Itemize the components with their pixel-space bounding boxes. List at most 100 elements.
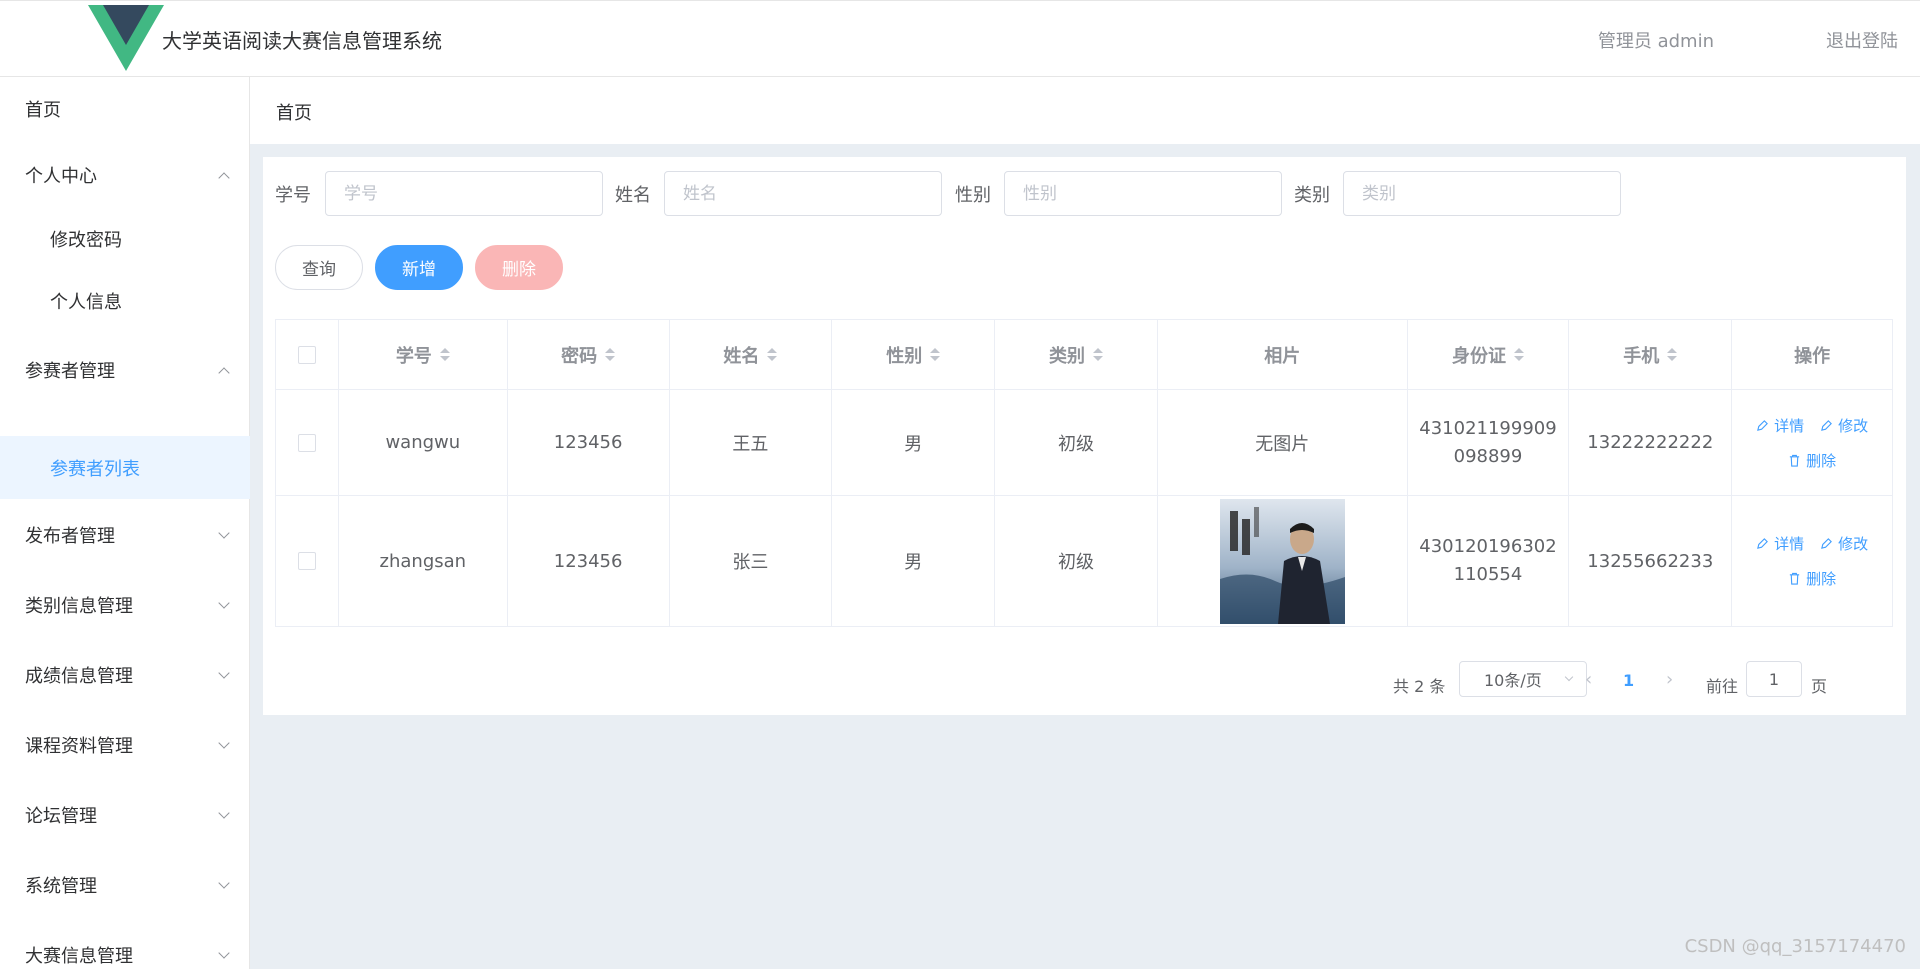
col-header-actions: 操作 <box>1794 345 1831 367</box>
col-header-gender[interactable]: 性别 <box>832 320 996 389</box>
sort-icon[interactable] <box>1513 348 1524 361</box>
filter-input-gender[interactable] <box>1004 171 1282 216</box>
chevron-down-icon <box>218 597 230 609</box>
filter-label-category: 类别 <box>1294 185 1330 206</box>
sort-icon[interactable] <box>767 348 778 361</box>
edit-link[interactable]: 修改 <box>1820 415 1868 436</box>
sidebar-item-participant-list[interactable]: 参赛者列表 <box>0 436 250 499</box>
participant-photo[interactable] <box>1219 498 1345 624</box>
row-actions: 详情 修改 删除 <box>1756 415 1868 471</box>
col-header-phone[interactable]: 手机 <box>1569 320 1733 389</box>
sidebar-item-score-management[interactable]: 成绩信息管理 <box>0 643 250 707</box>
chevron-down-icon <box>218 947 230 959</box>
app-title: 大学英语阅读大赛信息管理系统 <box>162 29 442 53</box>
sidebar-item-home[interactable]: 首页 <box>0 77 250 141</box>
col-header-id-card[interactable]: 身份证 <box>1408 320 1570 389</box>
chevron-up-icon <box>218 367 230 379</box>
row-checkbox[interactable] <box>297 433 316 452</box>
sort-icon[interactable] <box>930 348 941 361</box>
table-header-row: 学号 密码 姓名 性别 类别 相片 身份证 手机 操作 <box>276 320 1892 390</box>
sidebar-item-participant-management[interactable]: 参赛者管理 <box>0 338 250 402</box>
filter-input-category[interactable] <box>1343 171 1621 216</box>
edit-pen-icon <box>1757 538 1768 549</box>
cell-id-card: 430120196302110554 <box>1419 536 1557 585</box>
trash-icon <box>1789 572 1800 585</box>
col-header-photo: 相片 <box>1158 320 1408 389</box>
cell-category: 初级 <box>995 390 1158 495</box>
edit-pen-icon <box>1821 419 1833 431</box>
participant-table: 学号 密码 姓名 性别 类别 相片 身份证 手机 操作 wangwu 12345… <box>275 319 1893 627</box>
sort-icon[interactable] <box>605 348 616 361</box>
next-page-button[interactable]: › <box>1666 669 1673 690</box>
goto-label: 前往 <box>1706 677 1739 696</box>
chevron-down-icon <box>1564 672 1574 682</box>
edit-pen-icon <box>1821 538 1833 549</box>
sidebar-item-personal-center[interactable]: 个人中心 <box>0 143 250 207</box>
page-number-1[interactable]: 1 <box>1623 671 1634 690</box>
select-all-checkbox[interactable] <box>297 345 316 364</box>
chevron-down-icon <box>218 667 230 679</box>
filter-input-name[interactable] <box>664 171 942 216</box>
main-content: 首页 学号 姓名 性别 类别 查询 新增 删除 学号 密码 姓名 性别 类别 相… <box>250 77 1920 969</box>
sidebar-item-system-management[interactable]: 系统管理 <box>0 853 250 917</box>
breadcrumb[interactable]: 首页 <box>276 99 312 125</box>
table-row: zhangsan 123456 张三 男 初级 4301201963021105… <box>276 496 1892 626</box>
chevron-down-icon <box>218 527 230 539</box>
prev-page-button[interactable]: ‹ <box>1585 669 1592 690</box>
admin-user-label: 管理员 admin <box>1597 31 1714 52</box>
pagination-total: 共 2 条 <box>1393 677 1446 696</box>
cell-gender: 男 <box>832 496 996 626</box>
sidebar-item-forum-management[interactable]: 论坛管理 <box>0 783 250 847</box>
cell-id-card: 431021199909098899 <box>1419 417 1557 467</box>
cell-photo: 无图片 <box>1158 390 1408 495</box>
sidebar-item-personal-info[interactable]: 个人信息 <box>0 269 250 333</box>
cell-student-id: wangwu <box>339 390 508 495</box>
cell-password: 123456 <box>508 390 670 495</box>
detail-link[interactable]: 详情 <box>1756 415 1804 436</box>
row-checkbox[interactable] <box>297 552 316 570</box>
cell-password: 123456 <box>508 496 670 626</box>
cell-category: 初级 <box>995 496 1158 626</box>
sort-icon[interactable] <box>1667 348 1678 361</box>
col-header-category[interactable]: 类别 <box>995 320 1158 389</box>
watermark: CSDN @qq_3157174470 <box>1684 936 1906 957</box>
table-row: wangwu 123456 王五 男 初级 无图片 43102119990909… <box>276 390 1892 496</box>
sidebar-menu: 首页 个人中心 修改密码 个人信息 参赛者管理 参赛者列表 发布者管理 类别信息… <box>0 77 250 969</box>
cell-phone: 13255662233 <box>1569 496 1733 626</box>
goto-page-input[interactable] <box>1746 661 1802 697</box>
sort-icon[interactable] <box>439 348 450 361</box>
col-header-name[interactable]: 姓名 <box>670 320 833 389</box>
filter-label-gender: 性别 <box>955 185 991 206</box>
page-size-select[interactable]: 10条/页 <box>1459 661 1587 697</box>
sidebar-item-contest-info-management[interactable]: 大赛信息管理 <box>0 923 250 969</box>
trash-icon <box>1789 454 1800 467</box>
sidebar-item-publisher-management[interactable]: 发布者管理 <box>0 503 250 567</box>
detail-link[interactable]: 详情 <box>1756 533 1804 554</box>
chevron-down-icon <box>218 877 230 889</box>
row-delete-link[interactable]: 删除 <box>1788 450 1836 471</box>
sidebar-item-category-management[interactable]: 类别信息管理 <box>0 573 250 637</box>
row-actions: 详情 修改 删除 <box>1756 533 1868 589</box>
delete-button[interactable]: 删除 <box>475 245 563 290</box>
chevron-up-icon <box>218 172 230 184</box>
col-header-student-id[interactable]: 学号 <box>339 320 508 389</box>
page-unit-label: 页 <box>1811 677 1828 696</box>
list-card: 学号 姓名 性别 类别 查询 新增 删除 学号 密码 姓名 性别 类别 相片 身… <box>263 157 1906 715</box>
chevron-down-icon <box>218 807 230 819</box>
col-header-password[interactable]: 密码 <box>508 320 670 389</box>
filter-label-name: 姓名 <box>615 185 651 206</box>
top-header: 大学英语阅读大赛信息管理系统 管理员 admin 退出登陆 <box>0 0 1920 77</box>
row-delete-link[interactable]: 删除 <box>1788 568 1836 589</box>
edit-pen-icon <box>1757 419 1768 431</box>
query-button[interactable]: 查询 <box>275 245 363 290</box>
sort-icon[interactable] <box>1093 348 1103 361</box>
add-button[interactable]: 新增 <box>375 245 463 290</box>
cell-name: 张三 <box>670 496 833 626</box>
edit-link[interactable]: 修改 <box>1820 533 1868 554</box>
vue-logo-icon <box>88 5 164 71</box>
filter-input-student-id[interactable] <box>325 171 603 216</box>
cell-phone: 13222222222 <box>1569 390 1733 495</box>
sidebar-item-course-material-management[interactable]: 课程资料管理 <box>0 713 250 777</box>
sidebar-item-change-password[interactable]: 修改密码 <box>0 207 250 271</box>
logout-link[interactable]: 退出登陆 <box>1826 27 1898 53</box>
